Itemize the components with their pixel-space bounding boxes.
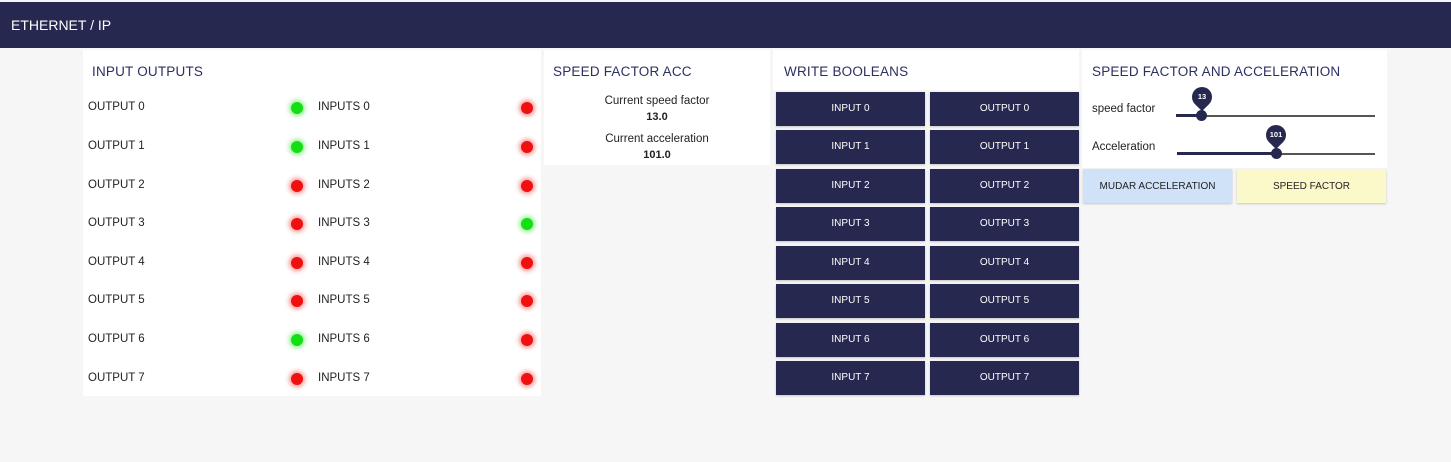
output-label: OUTPUT 7 <box>88 372 145 384</box>
input-label: INPUTS 4 <box>318 256 370 268</box>
write-input-button-2[interactable]: INPUT 2 <box>776 169 925 203</box>
input-status-led <box>521 257 533 269</box>
current-acceleration-label: Current acceleration <box>605 133 709 145</box>
acceleration-slider-thumb[interactable] <box>1270 148 1282 159</box>
io-row: OUTPUT 6 INPUTS 6 <box>83 330 541 350</box>
speed-factor-acc-title: SPEED FACTOR ACC <box>553 64 692 79</box>
speed-factor-slider-value: 13 <box>1197 92 1207 101</box>
write-input-button-0[interactable]: INPUT 0 <box>776 92 925 126</box>
app-title: ETHERNET / IP <box>11 17 112 33</box>
speed-factor-button[interactable]: SPEED FACTOR <box>1237 169 1386 203</box>
input-status-led <box>521 373 533 385</box>
input-status-led <box>521 295 533 307</box>
speed-factor-acc-panel: SPEED FACTOR ACC Current speed factor 13… <box>544 50 770 165</box>
write-output-button-1[interactable]: OUTPUT 1 <box>930 130 1079 164</box>
write-input-button-1[interactable]: INPUT 1 <box>776 130 925 164</box>
input-outputs-title: INPUT OUTPUTS <box>92 64 204 79</box>
output-status-led <box>291 295 303 307</box>
current-speed-label: Current speed factor <box>604 95 710 107</box>
output-status-led <box>291 373 303 385</box>
io-row: OUTPUT 5 INPUTS 5 <box>83 291 541 311</box>
mudar-acceleration-button[interactable]: MUDAR ACCELERATION <box>1083 169 1232 203</box>
speed-acceleration-title: SPEED FACTOR AND ACCELERATION <box>1092 64 1341 79</box>
output-status-led <box>291 218 303 230</box>
app-header: ETHERNET / IP <box>0 2 1451 48</box>
acceleration-slider-value: 101 <box>1269 130 1283 139</box>
speed-factor-slider-label: speed factor <box>1092 103 1156 115</box>
input-status-led <box>521 180 533 192</box>
write-booleans-title: WRITE BOOLEANS <box>784 64 909 79</box>
acceleration-slider-fill <box>1177 152 1276 155</box>
output-status-led <box>291 141 303 153</box>
io-row: OUTPUT 0 INPUTS 0 <box>83 98 541 118</box>
write-input-button-3[interactable]: INPUT 3 <box>776 207 925 241</box>
speed-factor-value-bubble: 13 <box>1187 82 1217 112</box>
write-booleans-panel: WRITE BOOLEANS <box>773 50 1079 90</box>
acceleration-slider-label: Acceleration <box>1092 141 1156 153</box>
output-label: OUTPUT 1 <box>88 140 145 152</box>
io-row: OUTPUT 4 INPUTS 4 <box>83 253 541 273</box>
write-output-button-3[interactable]: OUTPUT 3 <box>930 207 1079 241</box>
input-label: INPUTS 5 <box>318 294 370 306</box>
write-output-button-2[interactable]: OUTPUT 2 <box>930 169 1079 203</box>
current-acceleration-value: 101.0 <box>643 149 671 161</box>
output-label: OUTPUT 4 <box>88 256 145 268</box>
speed-acceleration-panel: SPEED FACTOR AND ACCELERATION speed fact… <box>1082 50 1387 168</box>
output-label: OUTPUT 0 <box>88 101 145 113</box>
output-label: OUTPUT 5 <box>88 294 145 306</box>
output-label: OUTPUT 2 <box>88 179 145 191</box>
write-output-button-7[interactable]: OUTPUT 7 <box>930 361 1079 395</box>
write-output-button-0[interactable]: OUTPUT 0 <box>930 92 1079 126</box>
write-output-button-4[interactable]: OUTPUT 4 <box>930 246 1079 280</box>
output-status-led <box>291 334 303 346</box>
output-status-led <box>291 102 303 114</box>
input-status-led <box>521 102 533 114</box>
output-label: OUTPUT 6 <box>88 333 145 345</box>
input-label: INPUTS 0 <box>318 101 370 113</box>
write-input-button-7[interactable]: INPUT 7 <box>776 361 925 395</box>
io-row: OUTPUT 1 INPUTS 1 <box>83 137 541 157</box>
output-status-led <box>291 257 303 269</box>
speed-factor-slider-thumb[interactable] <box>1196 110 1208 121</box>
io-row: OUTPUT 7 INPUTS 7 <box>83 369 541 389</box>
output-status-led <box>291 180 303 192</box>
input-status-led <box>521 141 533 153</box>
io-row: OUTPUT 2 INPUTS 2 <box>83 176 541 196</box>
write-output-button-5[interactable]: OUTPUT 5 <box>930 284 1079 318</box>
write-input-button-6[interactable]: INPUT 6 <box>776 323 925 357</box>
input-status-led <box>521 218 533 230</box>
input-label: INPUTS 6 <box>318 333 370 345</box>
input-label: INPUTS 1 <box>318 140 370 152</box>
io-row: OUTPUT 3 INPUTS 3 <box>83 214 541 234</box>
acceleration-value-bubble: 101 <box>1261 120 1291 150</box>
input-label: INPUTS 7 <box>318 372 370 384</box>
write-input-button-5[interactable]: INPUT 5 <box>776 284 925 318</box>
input-status-led <box>521 334 533 346</box>
output-label: OUTPUT 3 <box>88 217 145 229</box>
write-output-button-6[interactable]: OUTPUT 6 <box>930 323 1079 357</box>
input-label: INPUTS 2 <box>318 179 370 191</box>
current-speed-value: 13.0 <box>646 111 668 123</box>
write-input-button-4[interactable]: INPUT 4 <box>776 246 925 280</box>
input-label: INPUTS 3 <box>318 217 370 229</box>
